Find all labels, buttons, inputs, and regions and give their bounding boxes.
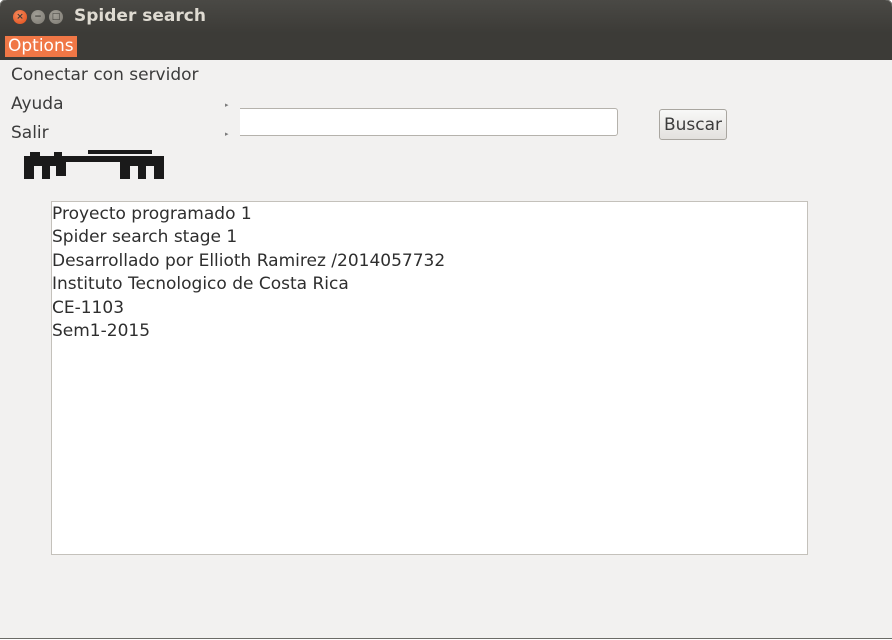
search-button[interactable]: Buscar bbox=[659, 109, 727, 140]
menu-item-conectar-con-servidor[interactable]: Conectar con servidor bbox=[11, 65, 199, 85]
menu-options[interactable]: Options bbox=[5, 36, 77, 57]
maximize-window-button[interactable]: □ bbox=[49, 10, 63, 24]
menu-bar: Options bbox=[0, 33, 892, 60]
menu-item-salir[interactable]: Salir bbox=[11, 123, 49, 143]
menu-item-ayuda[interactable]: Ayuda bbox=[11, 94, 64, 114]
text-line: Desarrollado por Ellioth Ramirez /201405… bbox=[52, 250, 446, 271]
submenu-arrow-icon: ▸ bbox=[225, 101, 229, 109]
info-text-area[interactable]: Proyecto programado 1 Spider search stag… bbox=[51, 201, 808, 555]
text-line: Sem1-2015 bbox=[52, 321, 151, 342]
text-line: Proyecto programado 1 bbox=[52, 204, 252, 224]
app-window: × − □ Spider search Options Conectar con… bbox=[0, 0, 892, 638]
options-dropdown-menu: Conectar con servidor Ayuda ▸ Salir ▸ bbox=[0, 60, 240, 150]
minimize-window-button[interactable]: − bbox=[31, 10, 45, 24]
maximize-icon: □ bbox=[51, 12, 61, 22]
text-line: Spider search stage 1 bbox=[52, 227, 238, 248]
close-window-button[interactable]: × bbox=[13, 10, 27, 24]
search-input[interactable] bbox=[232, 108, 618, 136]
submenu-arrow-icon: ▸ bbox=[225, 130, 229, 138]
title-bar[interactable]: × − □ Spider search bbox=[0, 0, 892, 33]
close-icon: × bbox=[16, 12, 24, 22]
text-line: CE-1103 bbox=[52, 297, 125, 318]
minimize-icon: − bbox=[34, 12, 42, 22]
text-line: Instituto Tecnologico de Costa Rica bbox=[52, 274, 349, 295]
spider-logo-icon bbox=[24, 150, 164, 179]
window-title: Spider search bbox=[74, 6, 206, 26]
